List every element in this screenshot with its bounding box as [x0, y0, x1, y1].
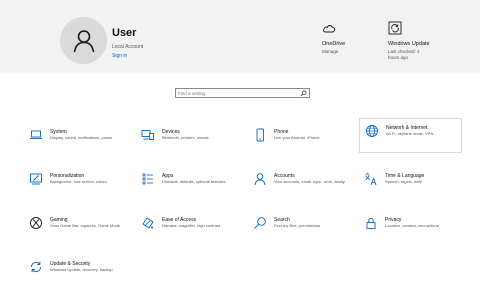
category-description: Wi-Fi, airplane mode, VPN [386, 131, 434, 136]
windows-update-title: Windows Update [388, 41, 430, 47]
windows-update-tile[interactable]: Windows Update Last checked: 4 hours ago [388, 21, 430, 61]
apps-icon [142, 173, 153, 185]
account-header: User Local Account Sign in OneDrive Mana… [0, 0, 480, 73]
category-description: Location, camera, microphone [385, 223, 439, 228]
category-description: Link your Android, iPhone [274, 135, 320, 140]
xbox-icon [30, 217, 42, 229]
category-description: Windows Update, recovery, backup [50, 267, 113, 272]
laptop-icon [30, 130, 42, 139]
devices-icon [141, 130, 154, 140]
person-icon [254, 173, 266, 186]
paintbrush-icon [30, 173, 42, 185]
category-description: Display, sound, notifications, power [50, 135, 113, 140]
category-accounts[interactable]: Accounts Your accounts, email, sync, wor… [253, 166, 357, 200]
category-update-security[interactable]: Update & Security Windows Update, recove… [29, 254, 133, 288]
settings-search-box[interactable] [175, 88, 310, 98]
lock-icon [366, 217, 376, 229]
category-time-language[interactable]: Time & Language Speech, region, date [364, 166, 468, 200]
windows-update-subtitle-line2: hours ago [388, 55, 409, 60]
category-description: Uninstall, defaults, optional features [162, 179, 226, 184]
ease-of-access-icon [142, 217, 154, 229]
category-description: Bluetooth, printers, mouse [162, 135, 209, 140]
sign-in-link[interactable]: Sign in [112, 53, 127, 59]
user-name: User [112, 27, 137, 39]
globe-icon [366, 125, 378, 137]
update-icon [388, 21, 402, 35]
category-description: Background, lock screen, colors [50, 179, 107, 184]
refresh-icon [31, 261, 41, 273]
category-ease-of-access[interactable]: Ease of Access Narrator, magnifier, high… [141, 210, 245, 244]
category-description: Your accounts, email, sync, work, family [274, 179, 345, 184]
category-network-internet[interactable]: Network & Internet Wi-Fi, airplane mode,… [359, 118, 462, 153]
category-description: Narrator, magnifier, high contrast [162, 223, 221, 228]
category-search[interactable]: Search Find my files, permissions [253, 210, 357, 244]
search-icon[interactable] [300, 90, 307, 97]
category-system[interactable]: System Display, sound, notifications, po… [29, 122, 133, 156]
account-type: Local Account [112, 44, 144, 50]
search-input[interactable] [178, 89, 296, 97]
onedrive-subtitle: Manage [322, 49, 339, 54]
search-icon [254, 217, 266, 229]
category-devices[interactable]: Devices Bluetooth, printers, mouse [141, 122, 245, 156]
category-apps[interactable]: Apps Uninstall, defaults, optional featu… [141, 166, 245, 200]
category-phone[interactable]: Phone Link your Android, iPhone [253, 122, 357, 156]
category-description: Speech, region, date [385, 179, 422, 184]
category-description: Xbox Game Bar, captures, Game Mode [50, 223, 121, 228]
user-icon [73, 29, 94, 52]
phone-icon [256, 128, 264, 142]
avatar[interactable] [60, 17, 107, 64]
category-privacy[interactable]: Privacy Location, camera, microphone [364, 210, 468, 244]
category-personalization[interactable]: Personalization Background, lock screen,… [29, 166, 133, 200]
category-gaming[interactable]: Gaming Xbox Game Bar, captures, Game Mod… [29, 210, 133, 244]
cloud-icon [323, 25, 336, 33]
onedrive-tile[interactable]: OneDrive Manage [322, 21, 345, 55]
onedrive-title: OneDrive [322, 41, 346, 47]
time-language-icon [365, 173, 377, 186]
category-description: Find my files, permissions [274, 223, 321, 228]
